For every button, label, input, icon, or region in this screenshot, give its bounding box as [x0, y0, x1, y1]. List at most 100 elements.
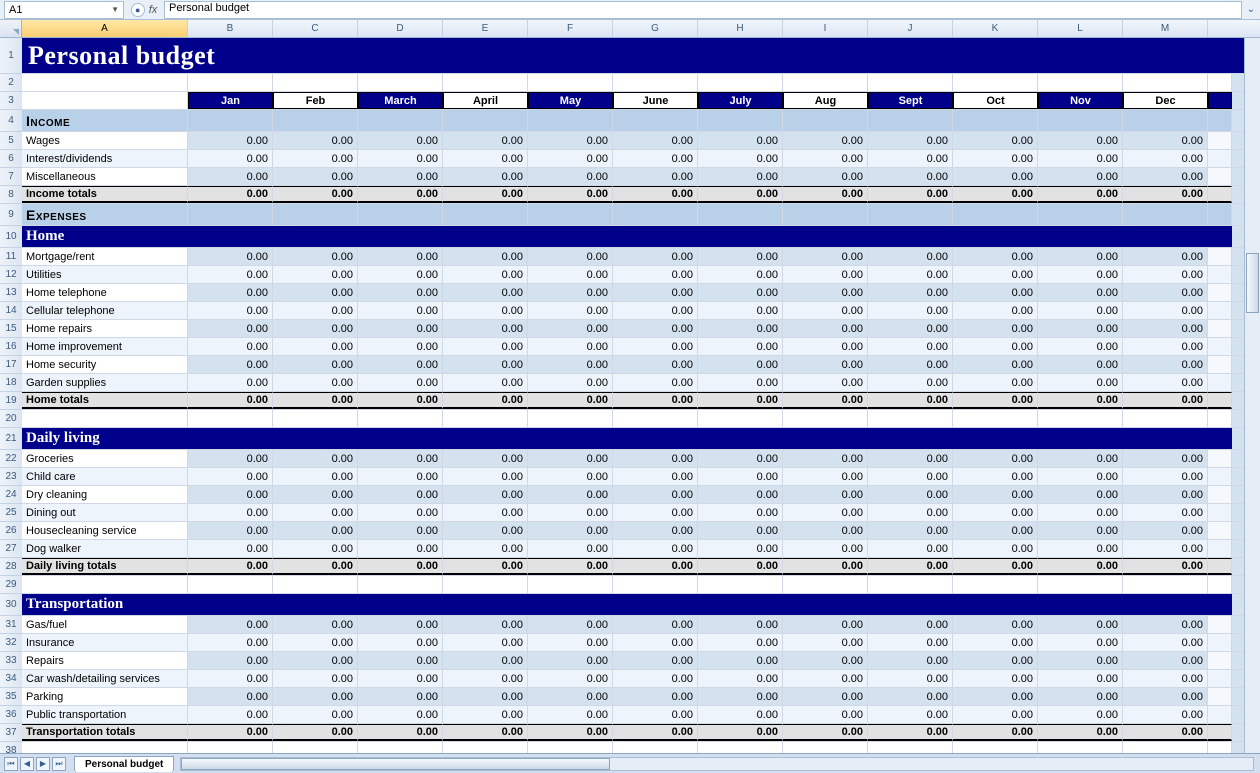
data-cell[interactable]: 0.00: [698, 356, 783, 373]
data-cell[interactable]: 0.00: [868, 558, 953, 575]
empty-cell[interactable]: [1123, 576, 1208, 593]
data-cell[interactable]: 0.00: [1038, 302, 1123, 319]
row-header-12[interactable]: 12: [0, 266, 22, 284]
data-cell[interactable]: 0.00: [698, 540, 783, 557]
data-cell[interactable]: 0.00: [613, 450, 698, 467]
data-cell[interactable]: 0.00: [1038, 724, 1123, 741]
data-cell[interactable]: 0.00: [1038, 616, 1123, 633]
section-cell[interactable]: [698, 110, 783, 131]
subsection-cell[interactable]: [953, 428, 1038, 449]
data-cell[interactable]: 0.00: [953, 450, 1038, 467]
data-cell[interactable]: 0.00: [953, 186, 1038, 203]
data-cell[interactable]: 0.00: [868, 186, 953, 203]
data-cell[interactable]: 0.00: [188, 558, 273, 575]
data-cell[interactable]: 0.00: [273, 168, 358, 185]
data-cell[interactable]: 0.00: [783, 558, 868, 575]
data-cell[interactable]: 0.00: [443, 284, 528, 301]
row-label[interactable]: Home security: [22, 356, 188, 373]
subsection-cell[interactable]: [698, 226, 783, 247]
subsection-cell[interactable]: [783, 594, 868, 615]
data-cell[interactable]: 0.00: [613, 540, 698, 557]
empty-cell[interactable]: [1208, 410, 1232, 427]
empty-cell[interactable]: [188, 410, 273, 427]
data-cell[interactable]: 0.00: [443, 320, 528, 337]
subsection-cell[interactable]: [1208, 594, 1232, 615]
subsection-cell[interactable]: [358, 428, 443, 449]
data-cell[interactable]: 0.00: [613, 688, 698, 705]
data-cell[interactable]: 0.00: [188, 468, 273, 485]
data-cell[interactable]: 0.00: [1123, 486, 1208, 503]
data-cell[interactable]: 0.00: [868, 450, 953, 467]
data-cell[interactable]: 0.00: [443, 132, 528, 149]
data-cell[interactable]: 0.00: [698, 634, 783, 651]
data-cell[interactable]: 0.00: [698, 468, 783, 485]
data-cell[interactable]: 0.00: [1038, 688, 1123, 705]
subsection-cell[interactable]: [358, 594, 443, 615]
data-cell[interactable]: [1208, 558, 1232, 575]
data-cell[interactable]: 0.00: [358, 468, 443, 485]
row-header-3[interactable]: 3: [0, 92, 22, 110]
empty-cell[interactable]: [1038, 576, 1123, 593]
row-header-38[interactable]: 38: [0, 742, 22, 753]
data-cell[interactable]: 0.00: [1123, 688, 1208, 705]
data-cell[interactable]: 0.00: [783, 266, 868, 283]
data-cell[interactable]: 0.00: [613, 558, 698, 575]
row-header-33[interactable]: 33: [0, 652, 22, 670]
data-cell[interactable]: 0.00: [613, 320, 698, 337]
data-cell[interactable]: 0.00: [1123, 338, 1208, 355]
subsection-cell[interactable]: [1123, 594, 1208, 615]
data-cell[interactable]: 0.00: [868, 486, 953, 503]
section-cell[interactable]: [1123, 204, 1208, 225]
subsection-label[interactable]: Daily living: [22, 428, 188, 449]
data-cell[interactable]: 0.00: [698, 338, 783, 355]
row-label[interactable]: Dining out: [22, 504, 188, 521]
data-cell[interactable]: 0.00: [188, 652, 273, 669]
empty-cell[interactable]: [613, 576, 698, 593]
data-cell[interactable]: [1208, 266, 1232, 283]
data-cell[interactable]: 0.00: [953, 266, 1038, 283]
subsection-cell[interactable]: [868, 428, 953, 449]
row-header-30[interactable]: 30: [0, 594, 22, 616]
row-header-29[interactable]: 29: [0, 576, 22, 594]
empty-cell[interactable]: [1038, 410, 1123, 427]
empty-cell[interactable]: [22, 742, 188, 753]
data-cell[interactable]: 0.00: [273, 248, 358, 265]
data-cell[interactable]: 0.00: [783, 356, 868, 373]
section-cell[interactable]: [1208, 110, 1232, 131]
data-cell[interactable]: 0.00: [358, 670, 443, 687]
data-cell[interactable]: 0.00: [783, 150, 868, 167]
data-cell[interactable]: 0.00: [528, 320, 613, 337]
total-label[interactable]: Home totals: [22, 392, 188, 409]
data-cell[interactable]: 0.00: [358, 724, 443, 741]
data-cell[interactable]: 0.00: [358, 392, 443, 409]
column-header-K[interactable]: K: [953, 20, 1038, 37]
data-cell[interactable]: 0.00: [783, 522, 868, 539]
data-cell[interactable]: 0.00: [698, 706, 783, 723]
data-cell[interactable]: 0.00: [1038, 150, 1123, 167]
data-cell[interactable]: 0.00: [1123, 168, 1208, 185]
column-header-B[interactable]: B: [188, 20, 273, 37]
data-cell[interactable]: [1208, 320, 1232, 337]
empty-cell[interactable]: [273, 576, 358, 593]
data-cell[interactable]: 0.00: [613, 248, 698, 265]
data-cell[interactable]: 0.00: [613, 168, 698, 185]
section-cell[interactable]: [1123, 110, 1208, 131]
data-cell[interactable]: 0.00: [1038, 504, 1123, 521]
data-cell[interactable]: 0.00: [868, 132, 953, 149]
data-cell[interactable]: 0.00: [953, 504, 1038, 521]
empty-cell[interactable]: [358, 742, 443, 753]
data-cell[interactable]: 0.00: [358, 248, 443, 265]
data-cell[interactable]: 0.00: [613, 670, 698, 687]
fx-label[interactable]: fx: [149, 4, 158, 16]
empty-cell[interactable]: [22, 410, 188, 427]
data-cell[interactable]: 0.00: [528, 374, 613, 391]
vertical-scrollbar-thumb[interactable]: [1246, 253, 1259, 313]
month-header-feb[interactable]: Feb: [273, 92, 358, 109]
data-cell[interactable]: 0.00: [613, 284, 698, 301]
data-cell[interactable]: 0.00: [868, 392, 953, 409]
row-label[interactable]: Dry cleaning: [22, 486, 188, 503]
data-cell[interactable]: 0.00: [783, 652, 868, 669]
data-cell[interactable]: 0.00: [613, 652, 698, 669]
data-cell[interactable]: 0.00: [273, 338, 358, 355]
select-all-corner[interactable]: [0, 20, 22, 37]
